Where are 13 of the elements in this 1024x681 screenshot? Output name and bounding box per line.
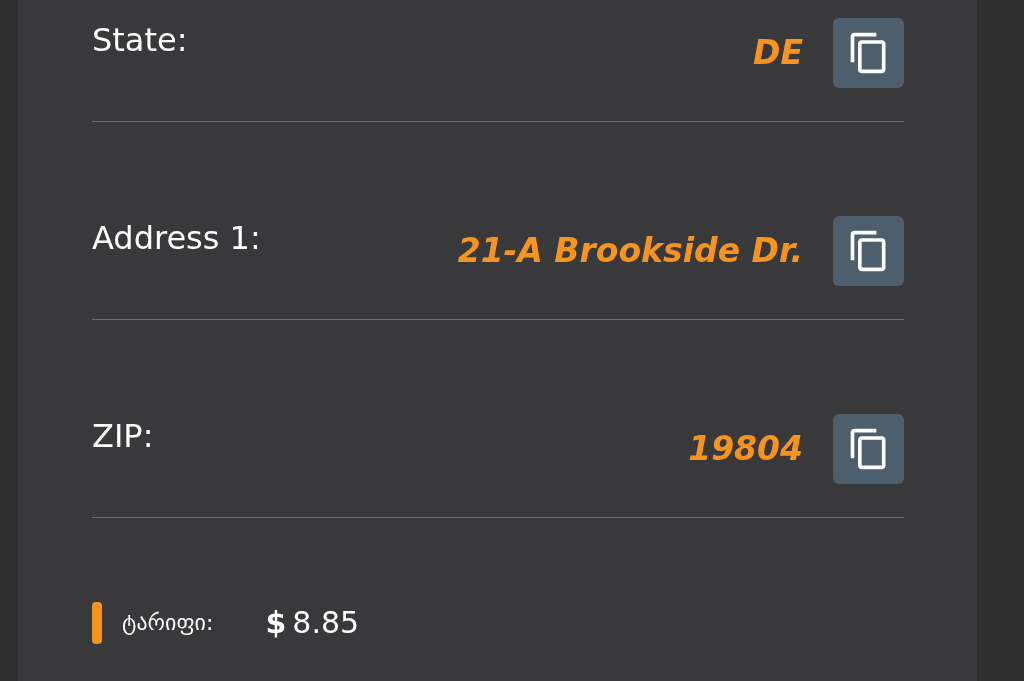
field-value: DE: [753, 32, 803, 75]
fee-label: ტარიფი:: [122, 609, 214, 637]
field-value: 19804: [688, 428, 803, 471]
field-label: ZIP:: [92, 416, 154, 457]
copy-button[interactable]: [833, 18, 904, 88]
accent-bar: [92, 601, 102, 644]
field-label: State:: [92, 20, 188, 61]
fee-currency: $: [265, 604, 287, 642]
field-value: 21-A Brookside Dr.: [457, 230, 803, 273]
copy-button[interactable]: [833, 414, 904, 484]
field-label: Address 1:: [92, 218, 261, 259]
fee-amount: 8.85: [292, 604, 360, 642]
copy-button[interactable]: [833, 216, 904, 286]
